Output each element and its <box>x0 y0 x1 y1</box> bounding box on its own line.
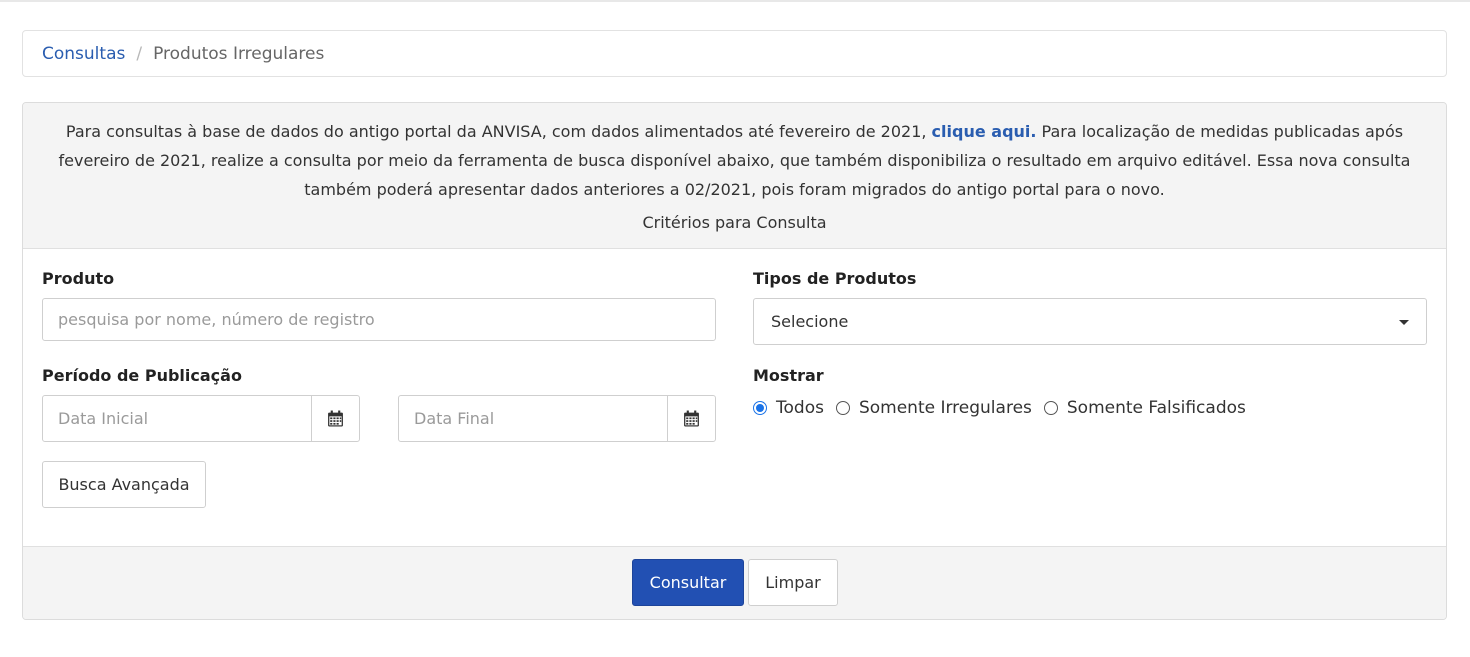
notice-text: Para consultas à base de dados do antigo… <box>43 117 1426 204</box>
criteria-title: Critérios para Consulta <box>642 213 827 232</box>
radio-todos[interactable] <box>753 401 767 415</box>
produto-label: Produto <box>42 269 115 288</box>
consultar-button[interactable]: Consultar <box>632 559 744 606</box>
busca-avancada-button[interactable]: Busca Avançada <box>42 461 206 508</box>
radio-irregulares[interactable] <box>835 401 850 415</box>
mostrar-radio-group: Todos Somente Irregulares Somente Falsif… <box>753 398 1258 418</box>
data-inicial-calendar-button[interactable] <box>311 395 360 442</box>
radio-label-falsificados: Somente Falsificados <box>1066 398 1246 418</box>
mostrar-option-irregulares[interactable]: Somente Irregulares <box>835 398 1032 418</box>
calendar-icon <box>684 410 699 427</box>
data-inicial-group <box>42 395 360 442</box>
tipos-produtos-select[interactable]: Selecione <box>753 298 1427 345</box>
breadcrumb-separator: / <box>136 43 143 64</box>
breadcrumb-current: Produtos Irregulares <box>153 43 325 64</box>
tipos-produtos-label: Tipos de Produtos <box>753 269 917 288</box>
tipos-produtos-selected: Selecione <box>771 312 849 331</box>
panel-header: Para consultas à base de dados do antigo… <box>23 103 1446 249</box>
breadcrumb-link-consultas[interactable]: Consultas <box>42 44 125 64</box>
data-final-input[interactable] <box>398 395 668 442</box>
periodo-label: Período de Publicação <box>42 366 242 385</box>
mostrar-option-falsificados[interactable]: Somente Falsificados <box>1043 398 1246 418</box>
data-final-calendar-button[interactable] <box>667 395 716 442</box>
limpar-button[interactable]: Limpar <box>748 559 838 606</box>
data-final-group <box>398 395 716 442</box>
clique-aqui-link[interactable]: clique aqui. <box>932 122 1037 141</box>
mostrar-label: Mostrar <box>753 366 824 385</box>
radio-label-irregulares: Somente Irregulares <box>858 398 1032 418</box>
produto-input[interactable] <box>42 298 716 341</box>
calendar-icon <box>328 410 343 427</box>
radio-falsificados[interactable] <box>1043 401 1058 415</box>
search-panel: Para consultas à base de dados do antigo… <box>22 102 1447 620</box>
breadcrumb: Consultas / Produtos Irregulares <box>22 30 1447 77</box>
caret-down-icon <box>1399 320 1409 325</box>
notice-text-before: Para consultas à base de dados do antigo… <box>65 122 932 141</box>
radio-label-todos: Todos <box>776 398 824 418</box>
data-inicial-input[interactable] <box>42 395 312 442</box>
top-divider <box>0 0 1470 2</box>
panel-footer: Consultar Limpar <box>23 546 1446 619</box>
mostrar-option-todos[interactable]: Todos <box>753 398 824 418</box>
